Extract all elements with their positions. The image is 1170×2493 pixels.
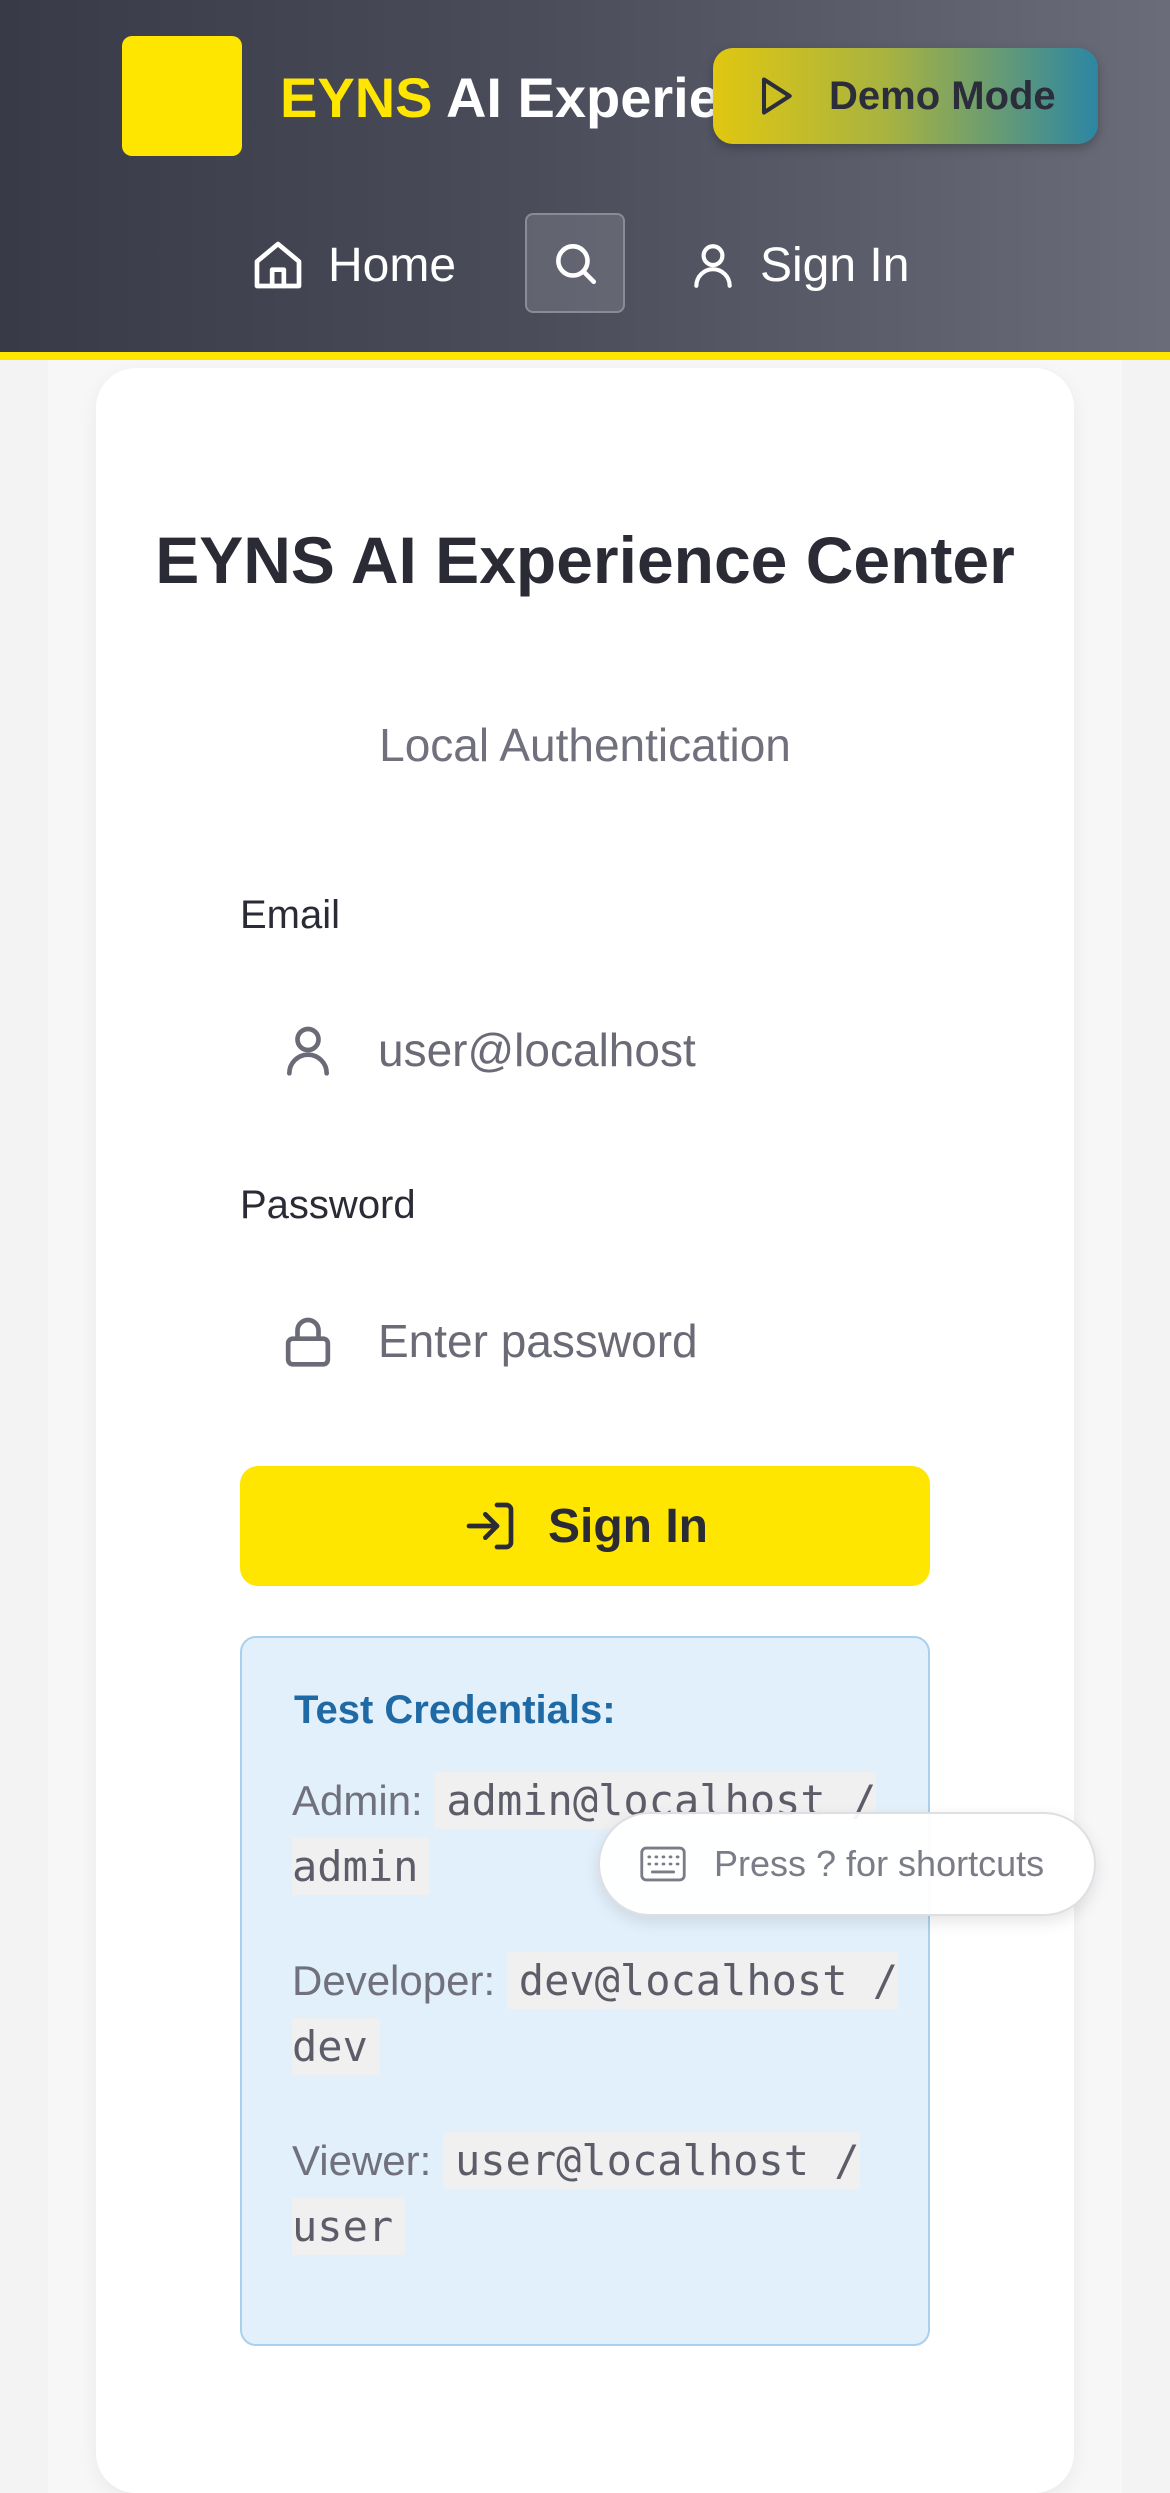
credential-row-viewer: Viewer: user@localhost / user <box>292 2128 912 2260</box>
nav-signin-link[interactable]: Sign In <box>688 230 909 300</box>
test-credentials-box: Test Credentials: Admin: admin@localhost… <box>240 1636 930 2346</box>
user-icon <box>694 244 732 288</box>
credential-role: Viewer: <box>292 2137 432 2184</box>
search-button[interactable] <box>525 213 625 313</box>
credential-row-developer: Developer: dev@localhost / dev <box>292 1948 912 2080</box>
password-placeholder: Enter password <box>378 1315 698 1367</box>
nav-signin-label: Sign In <box>760 238 910 292</box>
top-header: EYNS AI Experience Center Demo Mode Home… <box>0 0 1170 360</box>
brand-accent: EYNS <box>280 66 433 129</box>
password-label: Password <box>240 1183 416 1227</box>
shortcuts-hint-text: Press ? for shortcuts <box>714 1843 1045 1884</box>
demo-mode-button[interactable]: Demo Mode <box>713 48 1098 144</box>
email-value: user@localhost <box>378 1024 696 1076</box>
test-credentials-title: Test Credentials: <box>294 1688 616 1732</box>
password-field[interactable]: Enter password <box>240 1286 930 1396</box>
shortcuts-hint-toast[interactable]: Press ? for shortcuts <box>598 1812 1096 1916</box>
email-label: Email <box>240 893 341 937</box>
demo-mode-label: Demo Mode <box>829 73 1056 118</box>
nav-home-label: Home <box>328 238 457 292</box>
lock-icon <box>285 1317 331 1367</box>
nav-home-link[interactable]: Home <box>250 230 456 300</box>
page-subtitle: Local Authentication <box>379 719 791 771</box>
search-icon <box>556 244 597 285</box>
logo-square[interactable] <box>122 36 242 156</box>
user-icon <box>287 1026 329 1076</box>
home-icon <box>254 241 302 289</box>
keyboard-icon <box>640 1846 686 1882</box>
login-card: EYNS AI Experience Center Local Authenti… <box>96 368 1074 2493</box>
email-field[interactable]: user@localhost <box>240 995 930 1105</box>
play-icon <box>761 77 792 115</box>
credential-role: Developer: <box>292 1957 496 2004</box>
brand-rest: AI Experience Center <box>445 66 720 129</box>
log-in-icon <box>466 1502 514 1550</box>
page-title: EYNS AI Experience Center <box>155 523 1015 597</box>
signin-button[interactable]: Sign In <box>240 1466 930 1586</box>
signin-button-label: Sign In <box>548 1499 708 1553</box>
credential-role: Admin: <box>292 1777 423 1824</box>
brand-title[interactable]: EYNS AI Experience Center <box>280 58 720 138</box>
